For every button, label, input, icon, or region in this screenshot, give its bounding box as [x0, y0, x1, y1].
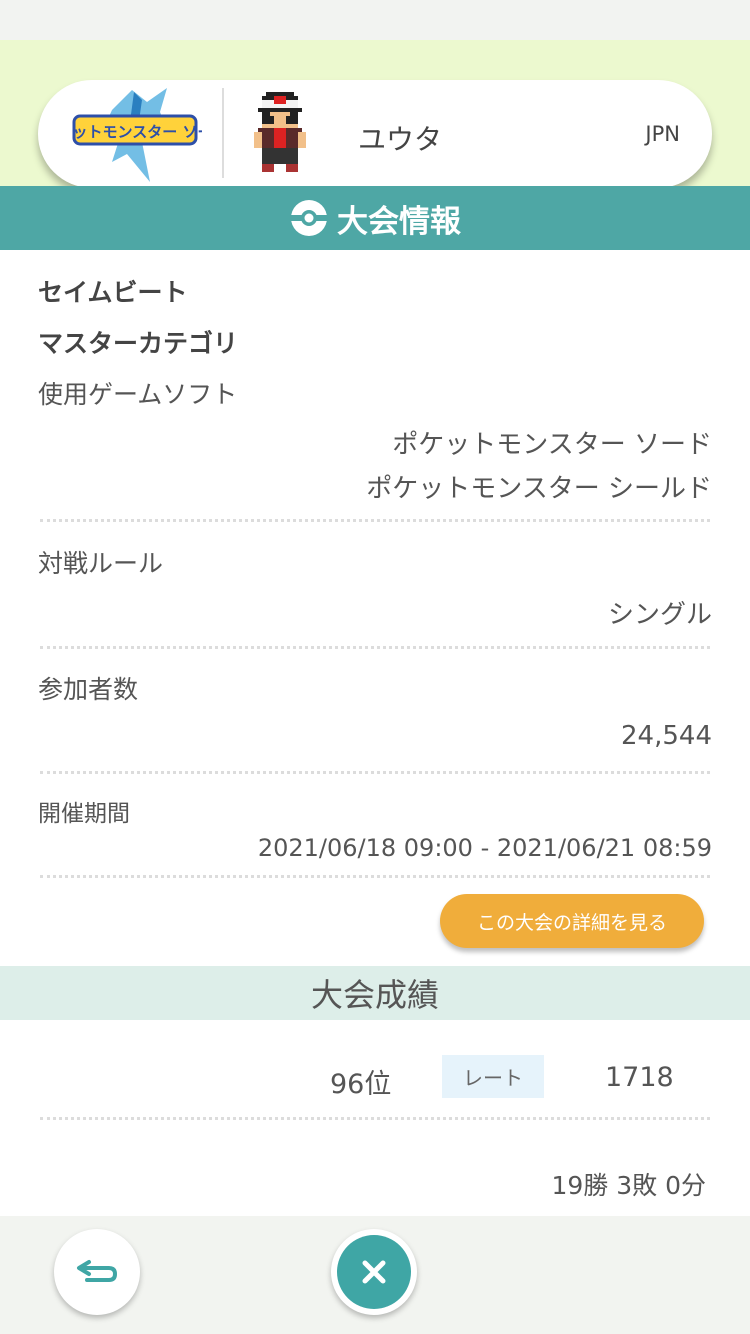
tournament-info-header: 大会情報: [0, 186, 750, 250]
game-logo-text: ポケットモンスター ソード: [72, 123, 202, 141]
divider: [40, 771, 710, 774]
win-loss-record: 19勝 3敗 0分: [551, 1171, 706, 1200]
player-card: ポケットモンスター ソード ユウタ JPN: [38, 80, 712, 188]
divider: [40, 519, 710, 522]
poke-ball-icon: [291, 200, 327, 236]
status-bar: [0, 0, 750, 40]
back-button[interactable]: [54, 1229, 140, 1315]
back-arrow-icon: [77, 1260, 118, 1282]
period-label: 開催期間: [38, 801, 130, 827]
divider: [40, 1117, 710, 1120]
divider: [40, 875, 710, 878]
rate-value: 1718: [605, 1062, 674, 1093]
country-code: JPN: [645, 122, 680, 146]
divider: [40, 646, 710, 649]
rate-badge: レート: [442, 1055, 544, 1098]
tournament-category: マスターカテゴリ: [38, 329, 239, 358]
profile-area: ポケットモンスター ソード ユウタ JPN: [0, 40, 750, 188]
trainer-avatar: [254, 92, 306, 172]
rule-value: シングル: [607, 600, 712, 630]
software-value-shield: ポケットモンスター シールド: [366, 474, 712, 504]
close-button[interactable]: [331, 1229, 417, 1315]
player-name: ユウタ: [358, 123, 443, 156]
results-header: 大会成績: [0, 966, 750, 1020]
game-logo: ポケットモンスター ソード: [72, 88, 202, 182]
software-label: 使用ゲームソフト: [38, 380, 238, 409]
tournament-info-title: 大会情報: [337, 203, 461, 240]
tournament-name: セイムビート: [38, 278, 188, 307]
software-value-sword: ポケットモンスター ソード: [392, 430, 712, 460]
participants-value: 24,544: [621, 721, 712, 751]
rule-label: 対戦ルール: [38, 549, 164, 578]
participants-label: 参加者数: [38, 675, 139, 704]
close-button-inner[interactable]: [337, 1235, 411, 1309]
tournament-detail-button[interactable]: この大会の詳細を見る: [440, 894, 704, 948]
close-icon: [362, 1260, 386, 1284]
rank-value: 96位: [330, 1069, 392, 1100]
period-value: 2021/06/18 09:00 - 2021/06/21 08:59: [257, 834, 712, 862]
card-divider: [222, 88, 224, 178]
